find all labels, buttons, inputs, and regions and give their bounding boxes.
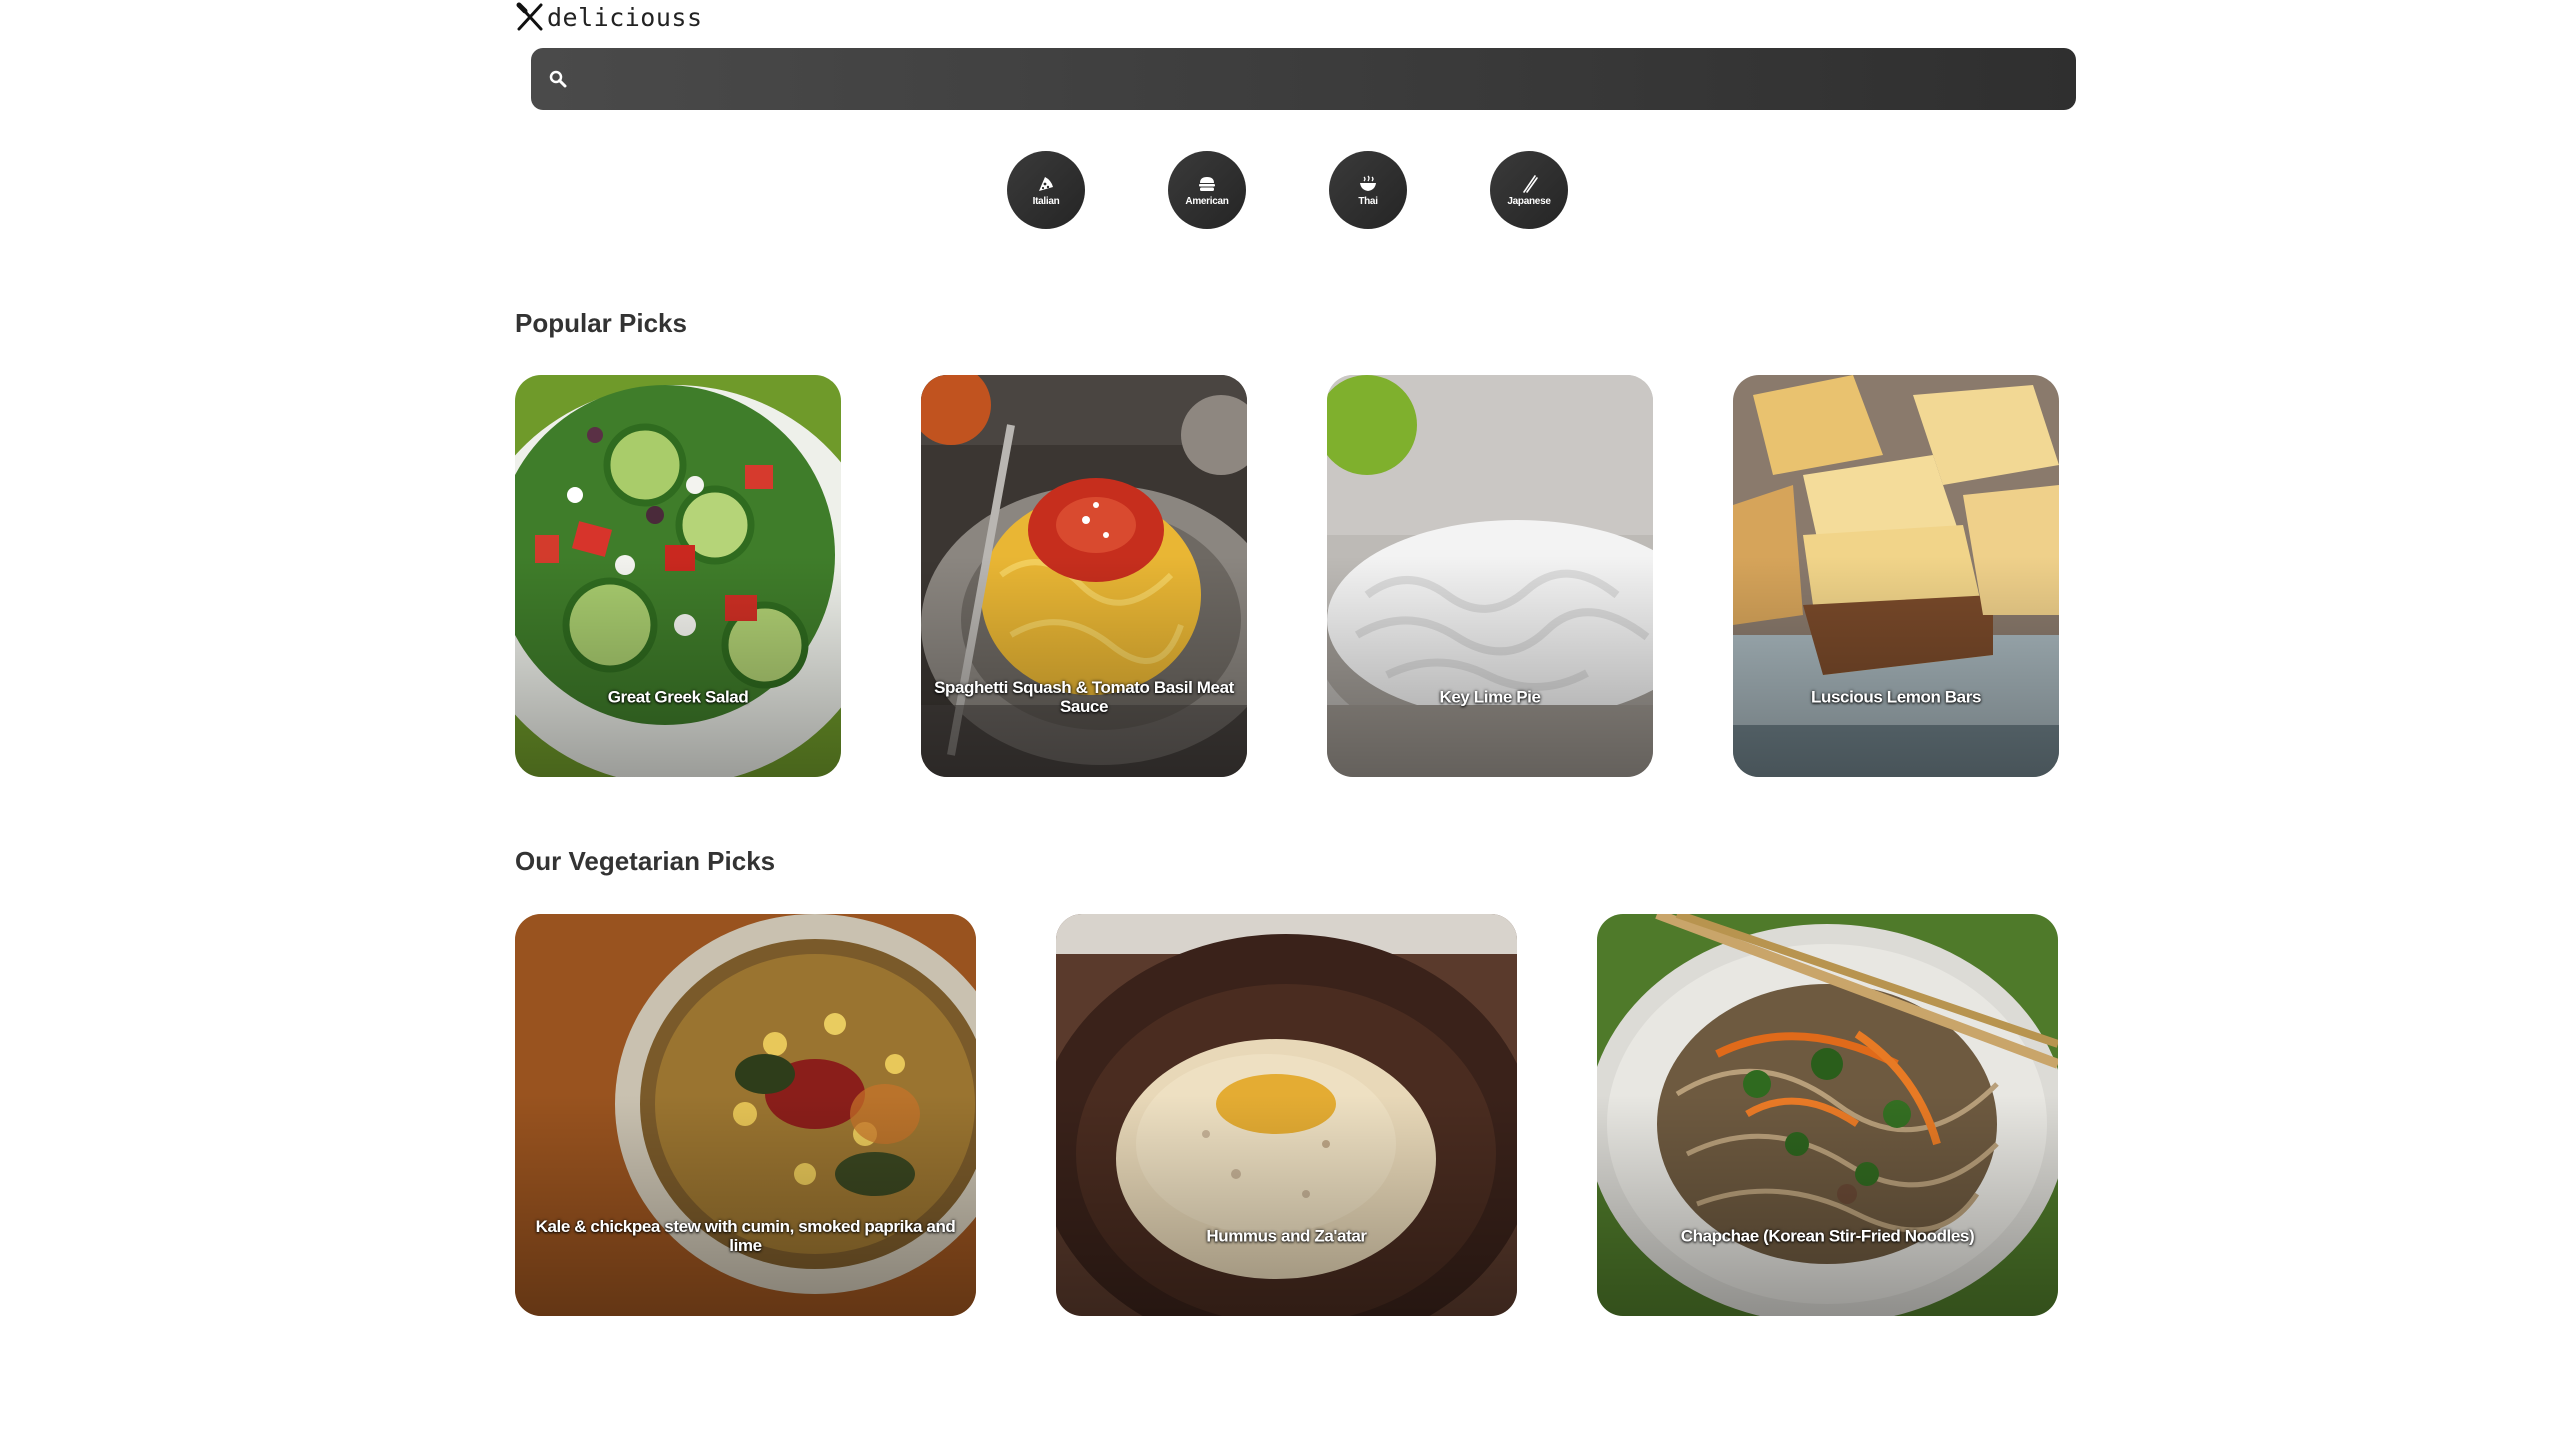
- cuisine-nav: Italian American Thai Japanese: [1007, 151, 1568, 229]
- cuisine-american-button[interactable]: American: [1168, 151, 1246, 229]
- greek-salad-image: [515, 375, 841, 777]
- key-lime-pie-image: [1327, 375, 1653, 777]
- recipe-card-label: Spaghetti Squash & Tomato Basil Meat Sau…: [934, 678, 1234, 716]
- spaghetti-squash-image: [921, 375, 1247, 777]
- logo-text: deliciouss: [547, 2, 703, 32]
- cuisine-label: Thai: [1358, 195, 1378, 207]
- hummus-zaatar-image: [1056, 914, 1517, 1316]
- cuisine-label: Italian: [1032, 195, 1060, 207]
- recipe-card-label: Kale & chickpea stew with cumin, smoked …: [535, 1217, 956, 1255]
- recipe-card[interactable]: Luscious Lemon Bars: [1733, 375, 2059, 777]
- section-title-vegetarian: Our Vegetarian Picks: [515, 846, 776, 876]
- recipe-card[interactable]: Spaghetti Squash & Tomato Basil Meat Sau…: [921, 375, 1247, 777]
- recipe-card-label: Luscious Lemon Bars: [1811, 687, 1981, 707]
- cuisine-label: Japanese: [1507, 195, 1551, 207]
- recipe-card[interactable]: Key Lime Pie: [1327, 375, 1653, 777]
- search-input[interactable]: [567, 48, 2076, 110]
- vegetarian-picks-row: Kale & chickpea stew with cumin, smoked …: [515, 914, 2058, 1316]
- pizza-icon: [1039, 176, 1053, 191]
- recipe-card[interactable]: Chapchae (Korean Stir-Fried Noodles): [1597, 914, 2058, 1316]
- cuisine-label: American: [1185, 195, 1229, 207]
- chopsticks-icon: [1523, 174, 1538, 193]
- kale-chickpea-stew-image: [515, 914, 976, 1316]
- popular-picks-row: Great Greek Salad Spaghetti Squash & Tom…: [515, 375, 2059, 777]
- noodle-bowl-icon: [1360, 175, 1376, 191]
- recipe-card[interactable]: Kale & chickpea stew with cumin, smoked …: [515, 914, 976, 1316]
- recipe-card[interactable]: Hummus and Za'atar: [1056, 914, 1517, 1316]
- lemon-bars-image: [1733, 375, 2059, 777]
- section-title-popular: Popular Picks: [515, 308, 687, 338]
- crossed-utensils-icon: [516, 2, 543, 31]
- logo[interactable]: deliciouss: [515, 0, 703, 34]
- recipe-card[interactable]: Great Greek Salad: [515, 375, 841, 777]
- chapchae-noodles-image: [1597, 914, 2058, 1316]
- recipe-card-label: Great Greek Salad: [607, 687, 749, 707]
- recipe-card-label: Chapchae (Korean Stir-Fried Noodles): [1680, 1226, 1975, 1246]
- recipe-card-label: Key Lime Pie: [1439, 687, 1541, 707]
- cuisine-japanese-button[interactable]: Japanese: [1490, 151, 1568, 229]
- cuisine-italian-button[interactable]: Italian: [1007, 151, 1085, 229]
- page: deliciouss Italian American Thai Japanes…: [0, 0, 2560, 1440]
- recipe-card-label: Hummus and Za'atar: [1206, 1226, 1367, 1246]
- cuisine-thai-button[interactable]: Thai: [1329, 151, 1407, 229]
- burger-icon: [1199, 176, 1215, 191]
- search-bar[interactable]: [531, 48, 2076, 110]
- search-icon: [549, 70, 567, 88]
